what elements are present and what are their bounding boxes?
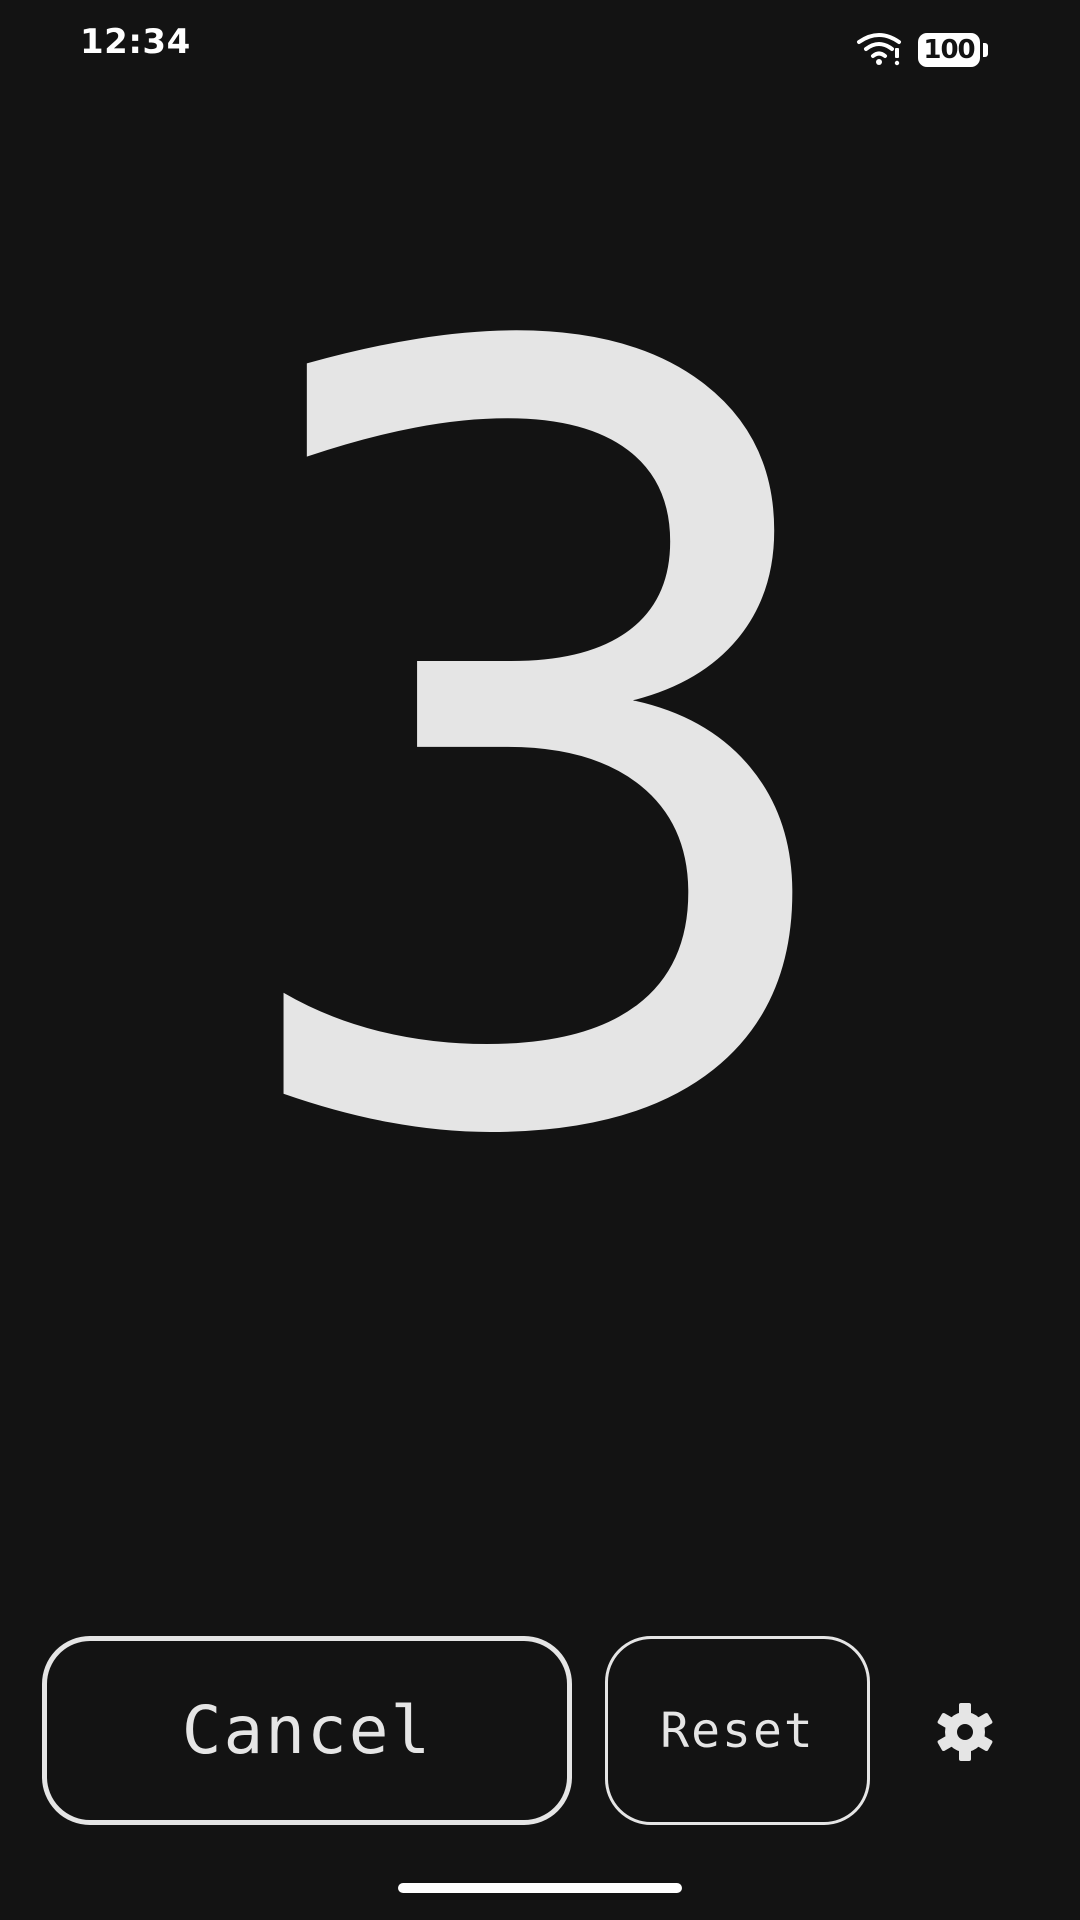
home-indicator[interactable]: [398, 1883, 682, 1893]
reset-button[interactable]: Reset: [605, 1636, 870, 1825]
battery-cap: [983, 43, 988, 57]
wifi-icon: [857, 33, 901, 66]
status-time: 12:34: [80, 22, 191, 62]
countdown-screen: 12:34 100 3 Cancel Reset: [0, 0, 1080, 1920]
countdown-digit: 3: [202, 133, 878, 1367]
gear-icon[interactable]: [933, 1700, 997, 1764]
battery-icon: 100: [918, 33, 980, 67]
cancel-button[interactable]: Cancel: [42, 1636, 572, 1825]
